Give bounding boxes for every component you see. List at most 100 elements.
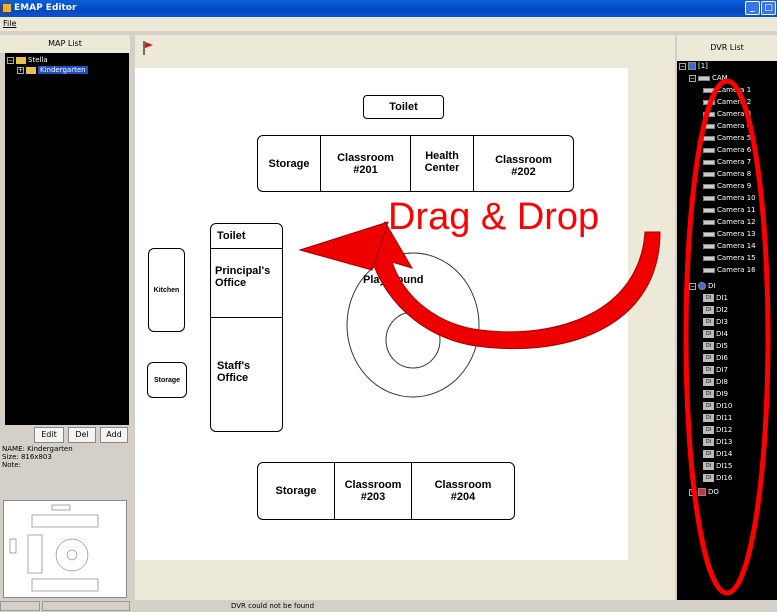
- room-classroom-202: Classroom #202: [473, 135, 574, 192]
- camera-icon: [703, 87, 715, 93]
- expand-icon[interactable]: +: [17, 66, 24, 74]
- camera-item[interactable]: Camera 5: [703, 133, 751, 144]
- room-principals-office: Principal's Office: [210, 248, 283, 318]
- camera-item[interactable]: Camera 14: [703, 241, 756, 252]
- collapse-icon[interactable]: −: [7, 56, 14, 64]
- camera-icon: [703, 207, 715, 213]
- di-icon: DI: [703, 438, 714, 446]
- di-icon: DI: [703, 318, 714, 326]
- tree-node-do[interactable]: + DO: [689, 487, 719, 498]
- status-message: DVR could not be found: [231, 602, 315, 610]
- room-classroom-204: Classroom #204: [411, 462, 515, 520]
- room-classroom-201: Classroom #201: [320, 135, 411, 192]
- di-icon: DI: [703, 390, 714, 398]
- collapse-icon[interactable]: −: [679, 62, 686, 70]
- tree-node-dvr[interactable]: − [1]: [679, 61, 708, 72]
- minimize-icon[interactable]: _: [745, 1, 760, 15]
- camera-icon: [703, 111, 715, 117]
- drag-drop-label: Drag & Drop: [388, 196, 600, 238]
- camera-icon: [703, 267, 715, 273]
- status-bar: DVR could not be found: [0, 600, 777, 612]
- tree-node-kindergarten[interactable]: + Kindergarten: [17, 65, 88, 76]
- menu-bar: File: [0, 17, 777, 31]
- camera-icon: [703, 147, 715, 153]
- camera-icon: [703, 171, 715, 177]
- tree-node-di[interactable]: − DI: [689, 281, 715, 292]
- di-icon: DI: [703, 306, 714, 314]
- di-item[interactable]: DI DI5: [703, 341, 728, 352]
- di-icon: DI: [703, 342, 714, 350]
- dvr-icon: [688, 62, 696, 70]
- map-thumbnail: [3, 500, 127, 598]
- di-icon: DI: [703, 426, 714, 434]
- di-icon: DI: [703, 474, 714, 482]
- dvr-tree[interactable]: − [1] − CAM Camera 1 Camera 2 Camera 3 Camera…: [677, 61, 777, 600]
- tree-node-cam[interactable]: − CAM: [689, 73, 728, 84]
- camera-item[interactable]: Camera 11: [703, 205, 756, 216]
- di-icon: DI: [703, 330, 714, 338]
- map-info-name: NAME: Kindergarten: [2, 445, 73, 453]
- camera-item[interactable]: Camera 13: [703, 229, 756, 240]
- dvr-list-header: DVR List: [677, 35, 777, 61]
- camera-item[interactable]: Camera 8: [703, 169, 751, 180]
- camera-item[interactable]: Camera 3: [703, 109, 751, 120]
- camera-item[interactable]: Camera 7: [703, 157, 751, 168]
- di-icon: DI: [703, 462, 714, 470]
- di-item[interactable]: DI DI15: [703, 461, 732, 472]
- room-health-center: Health Center: [410, 135, 474, 192]
- di-item[interactable]: DI DI13: [703, 437, 732, 448]
- di-item[interactable]: DI DI2: [703, 305, 728, 316]
- camera-icon: [703, 231, 715, 237]
- di-item[interactable]: DI DI3: [703, 317, 728, 328]
- camera-item[interactable]: Camera 12: [703, 217, 756, 228]
- camera-item[interactable]: Camera 1: [703, 85, 751, 96]
- di-icon: DI: [703, 366, 714, 374]
- di-icon: DI: [703, 294, 714, 302]
- room-classroom-203: Classroom #203: [334, 462, 412, 520]
- map-canvas[interactable]: Toilet Storage Classroom #201 Health Cen…: [135, 68, 628, 560]
- di-item[interactable]: DI DI6: [703, 353, 728, 364]
- di-item[interactable]: DI DI16: [703, 473, 732, 484]
- di-item[interactable]: DI DI12: [703, 425, 732, 436]
- camera-item[interactable]: Camera 4: [703, 121, 751, 132]
- di-item[interactable]: DI DI7: [703, 365, 728, 376]
- camera-item[interactable]: Camera 10: [703, 193, 756, 204]
- di-item[interactable]: DI DI14: [703, 449, 732, 460]
- room-kitchen: Kitchen: [148, 248, 185, 332]
- expand-icon[interactable]: +: [689, 488, 696, 496]
- status-pane-1: [0, 601, 40, 611]
- di-icon: DI: [703, 402, 714, 410]
- camera-icon: [703, 135, 715, 141]
- di-item[interactable]: DI DI9: [703, 389, 728, 400]
- di-item[interactable]: DI DI8: [703, 377, 728, 388]
- folder-icon: [16, 56, 26, 64]
- di-icon: DI: [703, 354, 714, 362]
- del-button[interactable]: Del: [68, 427, 96, 443]
- camera-item[interactable]: Camera 9: [703, 181, 751, 192]
- title-bar: EMAP Editor _ □: [0, 0, 777, 17]
- di-item[interactable]: DI DI4: [703, 329, 728, 340]
- room-storage-top: Storage: [257, 135, 321, 192]
- di-item[interactable]: DI DI11: [703, 413, 732, 424]
- camera-item[interactable]: Camera 16: [703, 265, 756, 276]
- app-icon: [2, 3, 12, 13]
- add-button[interactable]: Add: [100, 427, 128, 443]
- di-item[interactable]: DI DI10: [703, 401, 732, 412]
- di-item[interactable]: DI DI1: [703, 293, 728, 304]
- map-info-note: Note:: [2, 461, 21, 469]
- camera-group-icon: [698, 75, 710, 81]
- camera-item[interactable]: Camera 6: [703, 145, 751, 156]
- flag-icon[interactable]: [141, 40, 155, 56]
- edit-button[interactable]: Edit: [34, 427, 64, 443]
- map-tree[interactable]: − Stella + Kindergarten: [5, 53, 129, 425]
- camera-item[interactable]: Camera 2: [703, 97, 751, 108]
- camera-icon: [703, 123, 715, 129]
- room-toilet-top: Toilet: [363, 95, 444, 119]
- menu-file[interactable]: File: [3, 19, 16, 28]
- maximize-icon[interactable]: □: [761, 1, 776, 15]
- room-toilet-left: Toilet: [210, 223, 283, 249]
- map-info: NAME: Kindergarten Size: 816x803 Note:: [0, 443, 130, 498]
- collapse-icon[interactable]: −: [689, 74, 696, 82]
- collapse-icon[interactable]: −: [689, 282, 696, 290]
- camera-item[interactable]: Camera 15: [703, 253, 756, 264]
